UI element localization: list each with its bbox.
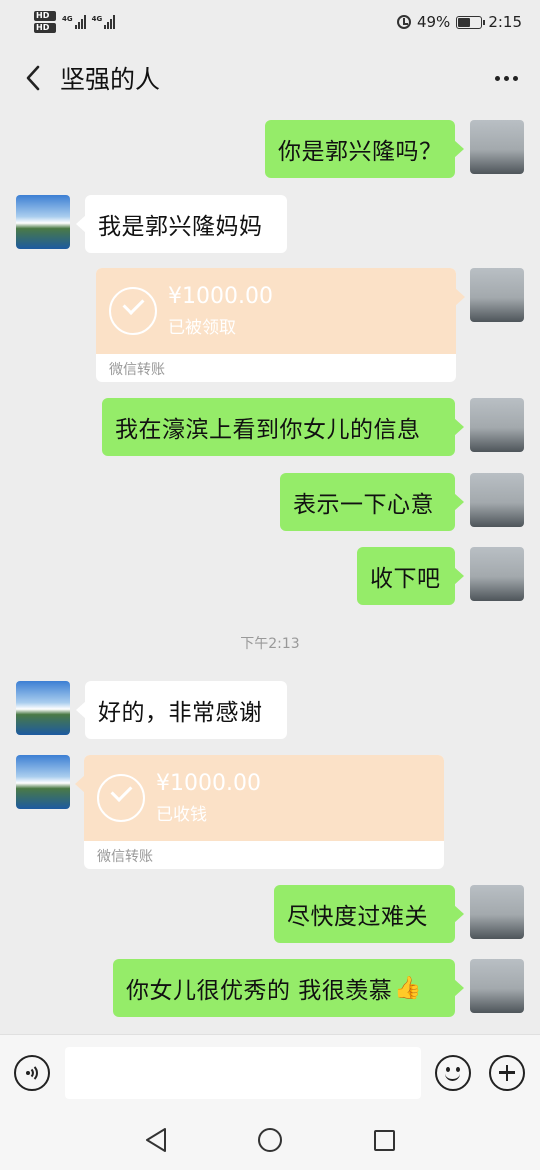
- input-bar: [0, 1034, 540, 1110]
- hd-badge-2: HD: [34, 23, 56, 33]
- message-row: 表示一下心意: [0, 473, 540, 531]
- self-avatar[interactable]: [470, 547, 524, 601]
- message-row: ¥1000.00 已收钱 微信转账: [0, 755, 540, 869]
- status-left: HD HD 4G 4G: [34, 11, 116, 33]
- message-bubble[interactable]: 你女儿很优秀的 我很羡慕 👍: [113, 959, 464, 1017]
- status-time: 2:15: [488, 13, 522, 31]
- thumbs-up-icon: 👍: [394, 975, 423, 1001]
- self-avatar[interactable]: [470, 885, 524, 939]
- network-type-1: 4G: [62, 15, 73, 23]
- contact-avatar[interactable]: [16, 195, 70, 249]
- transfer-card[interactable]: ¥1000.00 已被领取 微信转账: [96, 268, 465, 382]
- voice-icon[interactable]: [14, 1054, 50, 1091]
- contact-avatar[interactable]: [16, 681, 70, 735]
- message-text: 你女儿很优秀的 我很羡慕: [126, 978, 393, 1004]
- contact-avatar[interactable]: [16, 755, 70, 809]
- transfer-label: 微信转账: [97, 849, 153, 865]
- battery-icon: [456, 15, 486, 29]
- battery-percent: 49%: [416, 13, 451, 31]
- chat-title: 坚强的人: [60, 65, 161, 94]
- message-row: 收下吧: [0, 547, 540, 605]
- self-avatar[interactable]: [470, 959, 524, 1013]
- message-bubble[interactable]: 我是郭兴隆妈妈: [76, 195, 287, 253]
- self-avatar[interactable]: [470, 473, 524, 527]
- message-row: 好的，非常感谢: [0, 681, 540, 739]
- message-row: 我在濠滨上看到你女儿的信息: [0, 398, 540, 456]
- self-avatar[interactable]: [470, 398, 524, 452]
- back-arrow-icon[interactable]: [18, 63, 48, 93]
- signal-bars-icon: [104, 15, 116, 29]
- message-bubble[interactable]: 表示一下心意: [280, 473, 464, 531]
- message-input[interactable]: [65, 1046, 421, 1099]
- nav-home-icon[interactable]: [213, 1110, 327, 1170]
- chat-header: 坚强的人: [0, 44, 540, 112]
- nav-back-icon[interactable]: [99, 1110, 213, 1170]
- chat-screen: HD HD 4G 4G 49% 2:15 坚强的人 你是郭兴隆吗？ 我是郭兴隆妈…: [0, 0, 540, 1170]
- self-avatar[interactable]: [470, 268, 524, 322]
- status-bar: HD HD 4G 4G 49% 2:15: [0, 0, 540, 44]
- system-nav-bar: [0, 1110, 540, 1170]
- network-type-2: 4G: [91, 15, 103, 23]
- alarm-icon: [396, 15, 411, 29]
- signal-1: 4G: [62, 15, 86, 29]
- chat-timestamp: 下午2:13: [240, 636, 300, 652]
- transfer-status: 已被领取: [168, 318, 236, 338]
- emoji-icon[interactable]: [435, 1054, 471, 1091]
- status-right: 49% 2:15: [396, 13, 522, 31]
- hd-indicator: HD HD: [34, 11, 56, 33]
- transfer-card[interactable]: ¥1000.00 已收钱 微信转账: [75, 755, 444, 869]
- message-row: 你是郭兴隆吗？: [0, 120, 540, 178]
- message-bubble[interactable]: 好的，非常感谢: [76, 681, 287, 739]
- transfer-label: 微信转账: [109, 362, 165, 378]
- message-bubble[interactable]: 我在濠滨上看到你女儿的信息: [102, 398, 464, 456]
- nav-recents-icon[interactable]: [327, 1110, 441, 1170]
- message-row: ¥1000.00 已被领取 微信转账: [0, 268, 540, 382]
- message-row: 尽快度过难关: [0, 885, 540, 943]
- message-bubble[interactable]: 你是郭兴隆吗？: [265, 120, 464, 178]
- check-circle-icon: [97, 774, 145, 822]
- transfer-amount: ¥1000.00: [156, 771, 261, 796]
- message-row: 我是郭兴隆妈妈: [0, 195, 540, 253]
- signal-bars-icon: [74, 15, 86, 29]
- message-bubble[interactable]: 收下吧: [357, 547, 464, 605]
- message-row: 你女儿很优秀的 我很羡慕 👍: [0, 959, 540, 1017]
- plus-icon[interactable]: [489, 1054, 525, 1091]
- transfer-status: 已收钱: [156, 805, 207, 825]
- message-bubble[interactable]: 尽快度过难关: [274, 885, 464, 943]
- more-icon[interactable]: [490, 63, 522, 93]
- check-circle-icon: [109, 287, 157, 335]
- hd-badge-1: HD: [34, 11, 56, 21]
- signal-2: 4G: [92, 15, 116, 29]
- self-avatar[interactable]: [470, 120, 524, 174]
- transfer-amount: ¥1000.00: [168, 284, 273, 309]
